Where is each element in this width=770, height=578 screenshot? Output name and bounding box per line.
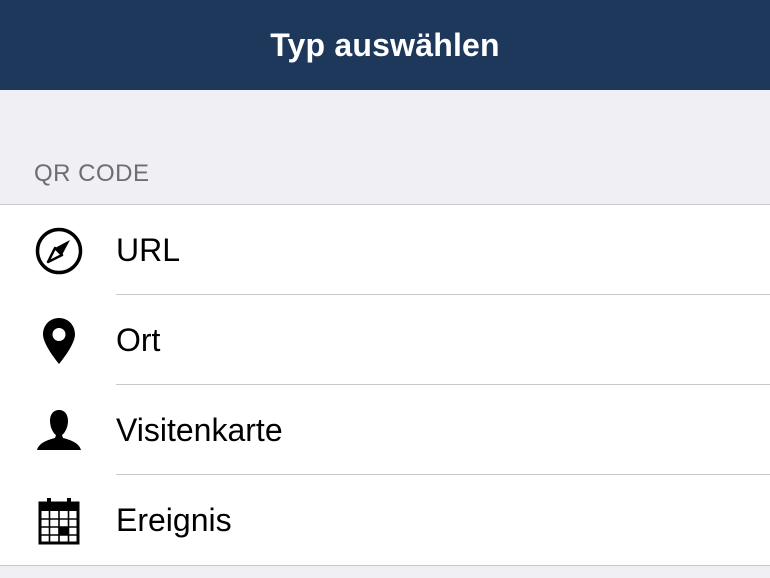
list-item-visitenkarte[interactable]: Visitenkarte — [0, 385, 770, 475]
type-list: URL Ort Visitenkarte Ereignis — [0, 204, 770, 566]
list-item-ereignis[interactable]: Ereignis — [0, 475, 770, 565]
list-item-label: Ort — [116, 322, 161, 358]
navigation-bar: Typ auswählen — [0, 0, 770, 90]
compass-icon — [34, 226, 84, 276]
person-icon — [34, 406, 84, 456]
page-title: Typ auswählen — [270, 26, 500, 63]
list-item-label: Visitenkarte — [116, 412, 283, 448]
location-pin-icon — [34, 316, 84, 366]
section-header-qr-code: QR CODE — [34, 160, 150, 187]
calendar-icon — [34, 496, 84, 546]
list-item-ort[interactable]: Ort — [0, 295, 770, 385]
list-item-label: Ereignis — [116, 502, 232, 538]
list-item-label: URL — [116, 232, 181, 268]
list-item-url[interactable]: URL — [0, 205, 770, 295]
